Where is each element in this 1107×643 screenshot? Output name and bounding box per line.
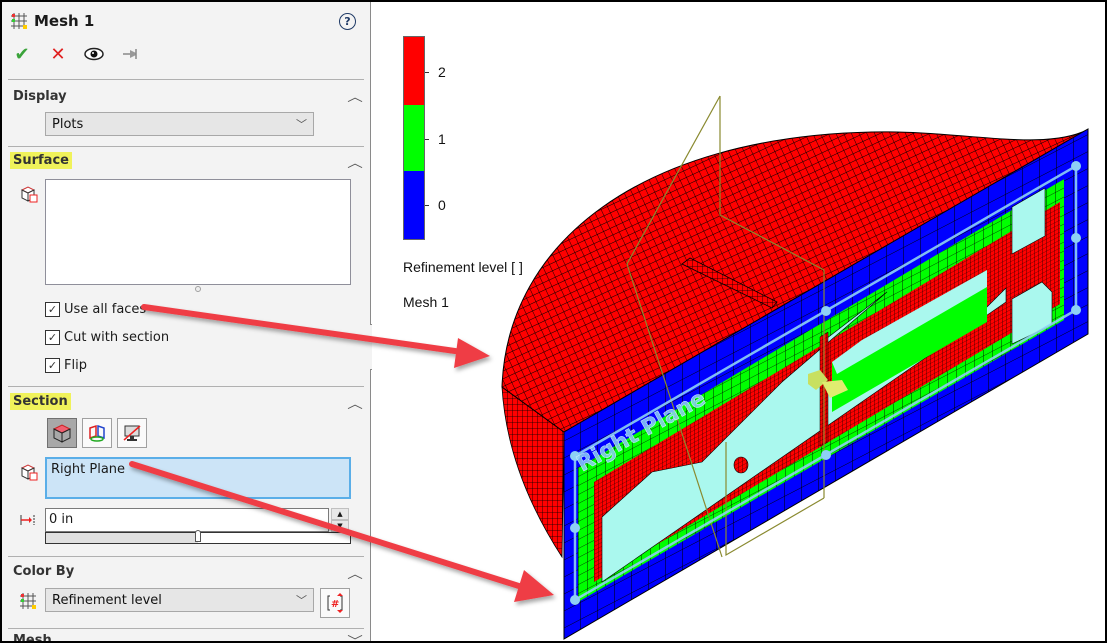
section-cube-icon (52, 424, 72, 443)
expand-mesh-chevron-icon[interactable]: ﹀ (347, 632, 363, 641)
action-toolbar: ✔ ✕ (12, 44, 140, 65)
panel-title: Mesh 1 (34, 12, 95, 30)
face-selection-icon (20, 186, 38, 203)
mesh-grid-icon (11, 13, 27, 29)
close-icon[interactable]: ✕ (48, 44, 68, 65)
slider-thumb[interactable] (195, 530, 201, 542)
offset-value: 0 in (49, 512, 74, 527)
divider (8, 386, 364, 387)
checkbox-checked-icon: ✓ (45, 358, 60, 373)
section-plane-colored-button[interactable] (82, 418, 112, 448)
slider-fill (46, 533, 198, 543)
cut-with-section-checkbox[interactable]: ✓ Cut with section (45, 330, 169, 345)
flip-checkbox[interactable]: ✓ Flip (45, 358, 87, 373)
plane-handle-dot (1071, 305, 1081, 315)
checkbox-checked-icon: ✓ (45, 330, 60, 345)
app-frame: Mesh 1 ? ✔ ✕ Display ︿ Plots ﹀ Surface ︿ (2, 2, 1105, 641)
color-by-dropdown-value: Refinement level (52, 592, 162, 608)
plane-selection-icon (20, 464, 38, 481)
collapse-section-chevron-icon[interactable]: ︿ (347, 395, 363, 412)
color-scale-settings-button[interactable]: # (320, 588, 350, 618)
divider (8, 79, 364, 80)
listbox-resize-handle[interactable] (195, 286, 201, 292)
graphics-viewport[interactable]: 2 1 0 Refinement level [ ] Mesh 1 Right … (372, 2, 1105, 641)
chevron-down-icon: ﹀ (296, 594, 307, 607)
section-solid-button[interactable] (47, 418, 77, 448)
plane-handle-dot (1071, 233, 1081, 243)
mesh-section-title-partial: Mesh (13, 633, 52, 641)
offset-slider[interactable] (45, 530, 351, 544)
number-format-icon: # (327, 593, 343, 613)
divider (8, 146, 364, 147)
color-by-dropdown[interactable]: Refinement level ﹀ (45, 588, 314, 612)
selected-plane-item[interactable]: Right Plane (51, 462, 125, 477)
section-planes-icon (89, 424, 105, 442)
chevron-down-icon: ﹀ (296, 118, 307, 131)
checkbox-checked-icon: ✓ (45, 302, 60, 317)
plane-handle-dot (821, 450, 831, 460)
mesh-grid-icon (20, 593, 36, 609)
offset-distance-icon (20, 515, 35, 525)
plane-handle-dot (821, 306, 831, 316)
svg-text:#: # (331, 599, 339, 610)
display-dropdown[interactable]: Plots ﹀ (45, 112, 314, 136)
section-display-off-button[interactable] (117, 418, 147, 448)
checkbox-label: Flip (64, 358, 87, 373)
help-icon[interactable]: ? (339, 13, 356, 30)
plane-handle-dot (570, 523, 580, 533)
display-section-title: Display (13, 89, 67, 104)
display-dropdown-value: Plots (52, 116, 84, 132)
surface-faces-listbox[interactable] (45, 179, 351, 285)
panel-header: Mesh 1 (10, 12, 94, 30)
mesh-model-view[interactable]: Right Plane (372, 2, 1105, 641)
section-section-title: Section (10, 393, 71, 410)
divider (8, 556, 364, 557)
property-manager-panel: Mesh 1 ? ✔ ✕ Display ︿ Plots ﹀ Surface ︿ (2, 2, 371, 641)
eye-icon[interactable] (84, 44, 104, 64)
spin-down-button[interactable]: ▼ (331, 520, 349, 532)
checkbox-label: Cut with section (64, 330, 170, 345)
color-by-section-title: Color By (13, 564, 75, 579)
section-plane-selection-box[interactable]: Right Plane (45, 457, 351, 499)
use-all-faces-checkbox[interactable]: ✓ Use all faces (45, 302, 146, 317)
surface-section-title: Surface (10, 152, 72, 169)
collapse-surface-chevron-icon[interactable]: ︿ (347, 154, 363, 171)
collapse-display-chevron-icon[interactable]: ︿ (347, 88, 363, 105)
divider (8, 628, 364, 629)
checkmark-icon[interactable]: ✔ (12, 44, 32, 65)
spin-up-button[interactable]: ▲ (331, 508, 349, 520)
monitor-off-icon (123, 425, 141, 441)
pushpin-icon[interactable] (120, 44, 140, 64)
plane-handle-dot (1071, 161, 1081, 171)
offset-distance-input[interactable]: 0 in (45, 508, 329, 532)
plane-handle-dot (570, 595, 580, 605)
collapse-color-by-chevron-icon[interactable]: ︿ (347, 565, 363, 582)
checkbox-label: Use all faces (64, 302, 147, 317)
hole-feature (733, 456, 749, 474)
